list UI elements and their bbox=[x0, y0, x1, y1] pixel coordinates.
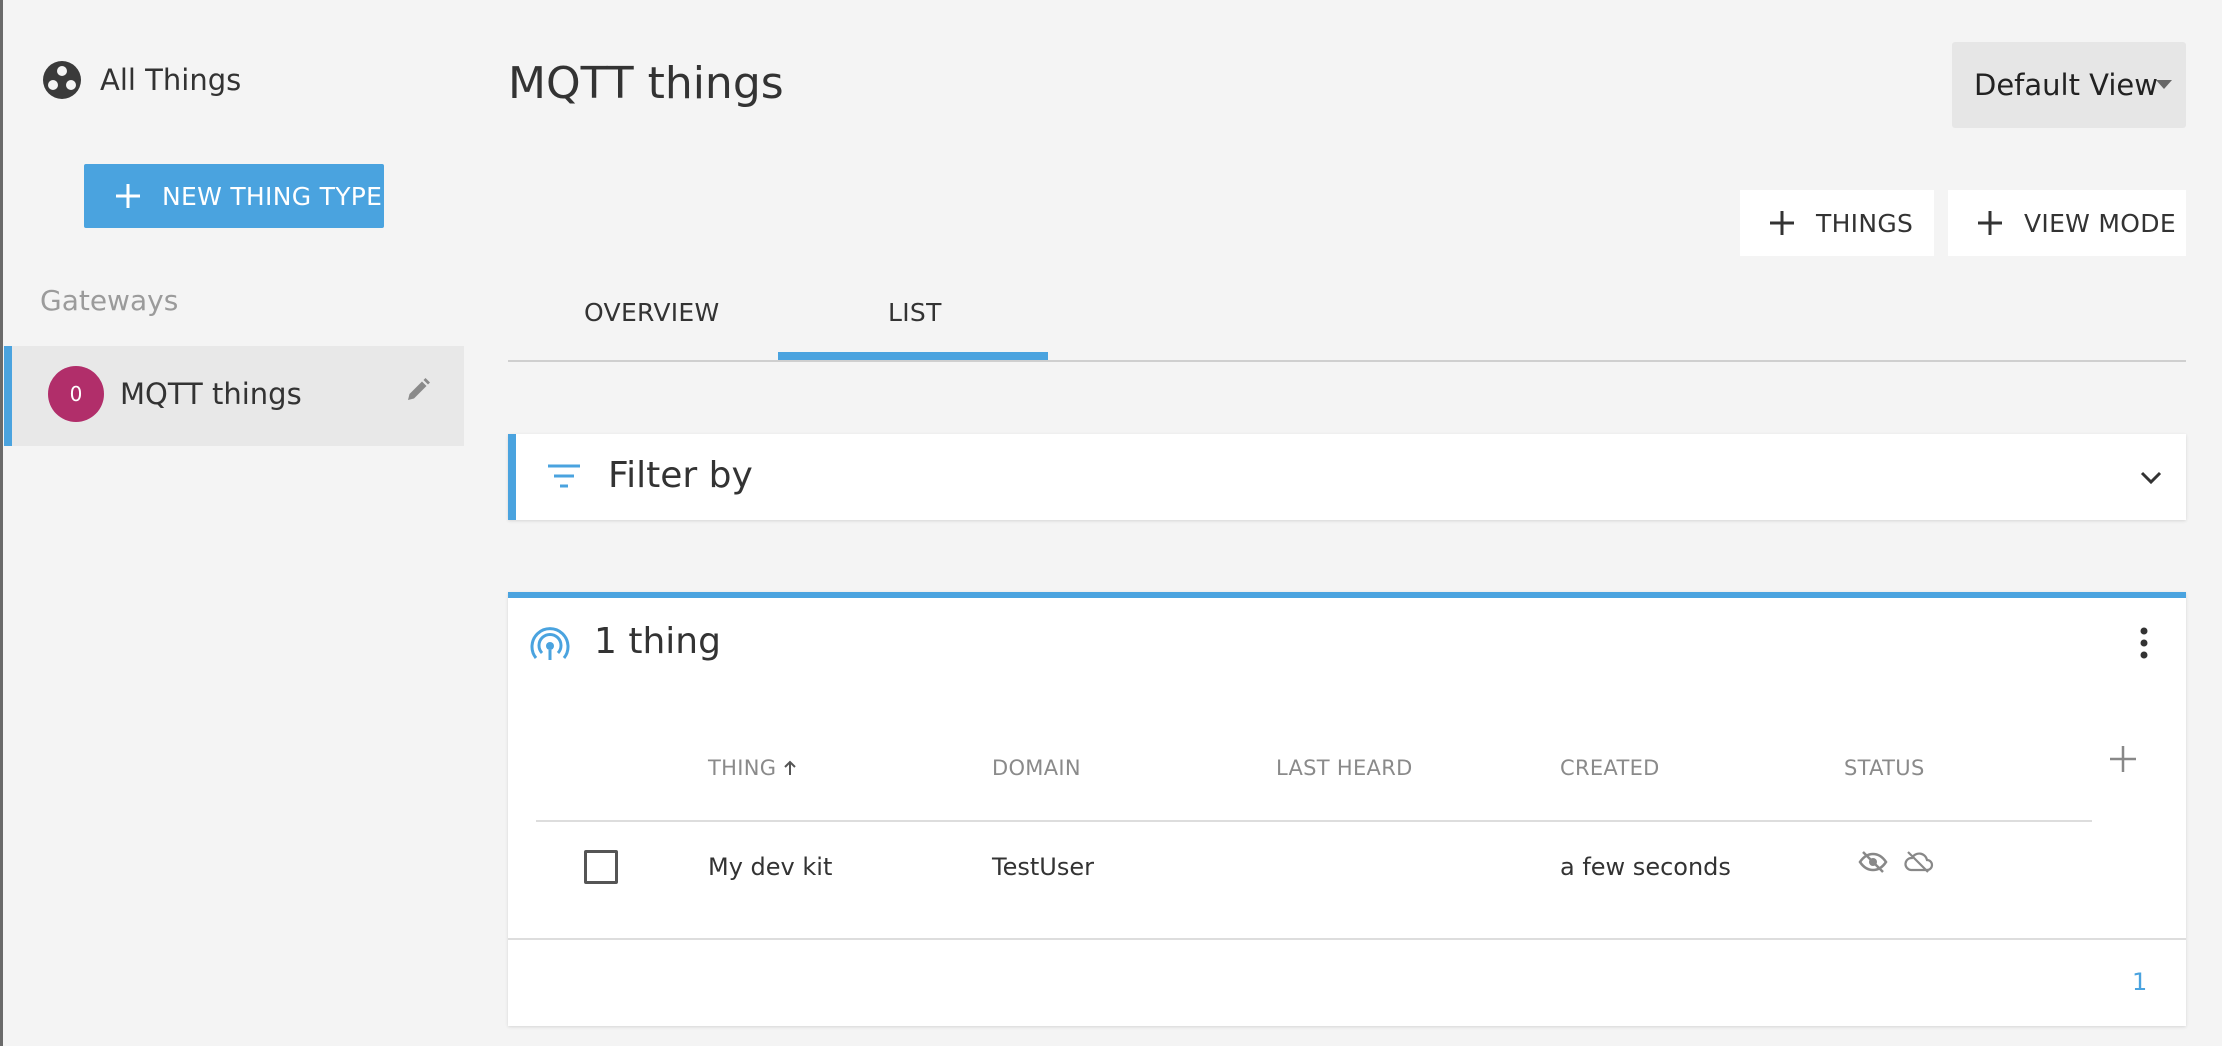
cell-created: a few seconds bbox=[1560, 853, 1731, 881]
cell-domain: TestUser bbox=[992, 853, 1094, 881]
tabs-divider bbox=[508, 360, 2186, 362]
active-tab-indicator bbox=[778, 352, 1048, 360]
sort-ascending-icon bbox=[782, 759, 798, 777]
plus-icon bbox=[1768, 209, 1796, 237]
filter-panel[interactable]: Filter by bbox=[508, 434, 2186, 520]
tab-overview[interactable]: OVERVIEW bbox=[584, 298, 720, 327]
things-card: 1 thing THING DOMAIN LAST HEARD CREATED … bbox=[508, 592, 2186, 1026]
plus-icon bbox=[114, 182, 142, 210]
gateway-avatar: 0 bbox=[48, 366, 104, 422]
all-things-icon[interactable] bbox=[42, 60, 82, 100]
filter-icon bbox=[546, 462, 582, 492]
new-thing-type-button[interactable]: NEW THING TYPE bbox=[84, 164, 384, 228]
view-select[interactable]: Default View bbox=[1952, 42, 2186, 128]
page-title: MQTT things bbox=[508, 58, 784, 109]
chevron-down-icon[interactable] bbox=[2138, 464, 2164, 490]
hidden-eye-icon bbox=[1858, 850, 1888, 874]
row-checkbox[interactable] bbox=[584, 850, 618, 884]
cloud-off-icon bbox=[1902, 850, 1934, 874]
add-things-label: THINGS bbox=[1816, 208, 1914, 238]
caret-down-icon bbox=[2156, 80, 2172, 89]
add-view-mode-label: VIEW MODE bbox=[2024, 208, 2176, 238]
add-view-mode-button[interactable]: VIEW MODE bbox=[1948, 190, 2186, 256]
column-header-last-heard[interactable]: LAST HEARD bbox=[1276, 756, 1413, 780]
gateway-label: MQTT things bbox=[120, 377, 302, 411]
signal-icon bbox=[530, 626, 570, 666]
new-thing-type-label: NEW THING TYPE bbox=[162, 181, 383, 211]
plus-icon bbox=[1976, 209, 2004, 237]
add-things-button[interactable]: THINGS bbox=[1740, 190, 1934, 256]
gateway-item-mqtt-things[interactable]: 0 MQTT things bbox=[4, 346, 464, 446]
pagination-page[interactable]: 1 bbox=[2132, 968, 2147, 996]
column-header-status[interactable]: STATUS bbox=[1844, 756, 1925, 780]
more-vertical-icon[interactable] bbox=[2138, 626, 2150, 660]
table-header-divider bbox=[536, 820, 2092, 822]
column-header-domain[interactable]: DOMAIN bbox=[992, 756, 1081, 780]
cell-thing[interactable]: My dev kit bbox=[708, 850, 832, 884]
things-count-title: 1 thing bbox=[594, 621, 721, 662]
add-column-icon[interactable] bbox=[2108, 744, 2138, 774]
filter-label: Filter by bbox=[608, 455, 753, 496]
column-header-label: THING bbox=[708, 756, 777, 780]
gateways-heading: Gateways bbox=[40, 284, 179, 317]
table-footer-divider bbox=[508, 938, 2186, 940]
all-things-link[interactable]: All Things bbox=[100, 60, 241, 100]
tab-list[interactable]: LIST bbox=[888, 298, 942, 327]
cell-status bbox=[1858, 850, 1934, 874]
column-header-thing[interactable]: THING bbox=[708, 756, 798, 780]
view-select-value: Default View bbox=[1974, 68, 2158, 102]
pencil-icon[interactable] bbox=[404, 376, 432, 404]
window-edge bbox=[0, 0, 3, 1046]
column-header-created[interactable]: CREATED bbox=[1560, 756, 1660, 780]
